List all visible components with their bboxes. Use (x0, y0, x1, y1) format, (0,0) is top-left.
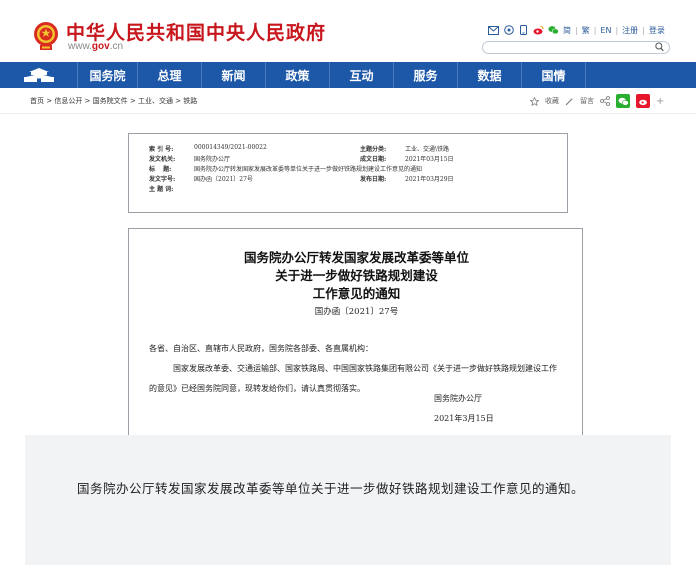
issuer-label: 发文机关: (149, 156, 176, 163)
document-title-line: 关于进一步做好铁路规划建设 (275, 268, 438, 283)
nav-news[interactable]: 新闻 (202, 62, 266, 88)
mail-icon[interactable] (488, 25, 499, 36)
tiananmen-icon (23, 68, 54, 82)
nav-state-council[interactable]: 国务院 (78, 62, 138, 88)
doc-no-value: 国办函〔2021〕27号 (194, 176, 253, 183)
star-icon[interactable] (530, 96, 539, 106)
document-title-line: 国务院办公厅转发国家发展改革委等单位 (243, 250, 469, 265)
index-no-label: 索 引 号: (149, 146, 174, 153)
title-value: 国务院办公厅转发国家发展改革委等单位关于进一步做好铁路规划建设工作意见的通知 (194, 166, 423, 173)
addressee-line: 各省、自治区、直辖市人民政府，国务院各部委、各直属机构： (149, 344, 373, 353)
topic-label: 主题分类: (360, 146, 387, 153)
topic-value: 工业、交通\铁路 (405, 146, 450, 153)
document-title-line: 工作意见的通知 (312, 286, 401, 301)
caption-text: 国务院办公厅转发国家发展改革委等单位关于进一步做好铁路规划建设工作意见的通知。 (77, 481, 585, 496)
breadcrumb[interactable]: 首页 > 信息公开 > 国务院文件 > 工业、交通 > 铁路 (30, 96, 197, 106)
caption-panel: 国务院办公厅转发国家发展改革委等单位关于进一步做好铁路规划建设工作意见的通知。 (25, 435, 671, 565)
lang-english-link[interactable]: EN (600, 26, 611, 35)
separator: | (575, 25, 578, 35)
register-link[interactable]: 注册 (622, 25, 638, 36)
wechat-share-icon[interactable] (616, 94, 630, 108)
search-icon[interactable] (655, 42, 664, 55)
site-header: 中华人民共和国中央人民政府 www.gov.cn 简 | 繁 | EN | 注册… (0, 0, 696, 62)
nav-premier[interactable]: 总理 (138, 62, 202, 88)
meta-row: 发文机关: 国务院办公厅 成文日期: 2021年03月15日 (149, 154, 574, 164)
created-label: 成文日期: (360, 156, 387, 163)
document-title: 国务院办公厅转发国家发展改革委等单位 关于进一步做好铁路规划建设 工作意见的通知 (129, 249, 584, 303)
keywords-label: 主 题 词: (149, 186, 174, 193)
domain-suffix: .cn (109, 41, 124, 52)
meta-row: 标 题: 国务院办公厅转发国家发展改革委等单位关于进一步做好铁路规划建设工作意见… (149, 164, 574, 174)
nav-service[interactable]: 服务 (394, 62, 458, 88)
share-bar: 收藏 留言 + (530, 94, 664, 108)
weibo-icon[interactable] (533, 25, 544, 36)
doc-no-label: 发文字号: (149, 176, 176, 183)
nav-data[interactable]: 数据 (458, 62, 522, 88)
nav-policy[interactable]: 政策 (266, 62, 330, 88)
issuer-value: 国务院办公厅 (194, 156, 231, 163)
separator: | (615, 25, 619, 35)
breadcrumb-row: 首页 > 信息公开 > 国务院文件 > 工业、交通 > 铁路 收藏 留言 + (0, 88, 696, 114)
document-body: 国务院办公厅转发国家发展改革委等单位 关于进一步做好铁路规划建设 工作意见的通知… (128, 228, 583, 438)
meta-row: 主 题 词: (149, 184, 574, 194)
domain-brand: gov (91, 41, 110, 52)
comment-link[interactable]: 留言 (580, 96, 594, 106)
metadata-grid: 索 引 号: 000014349/2021-00022 主题分类: 工业、交通\… (149, 144, 574, 194)
share-icon[interactable] (600, 96, 610, 106)
main-nav: 国务院 总理 新闻 政策 互动 服务 数据 国情 (0, 62, 696, 88)
separator: | (642, 25, 645, 35)
meta-row: 发文字号: 国办函〔2021〕27号 发布日期: 2021年03月29日 (149, 174, 574, 184)
domain-prefix: www. (68, 41, 92, 52)
search-input[interactable] (482, 41, 670, 54)
published-label: 发布日期: (360, 176, 387, 183)
pencil-icon[interactable] (565, 97, 574, 106)
login-link[interactable]: 登录 (649, 25, 665, 36)
nav-national-info[interactable]: 国情 (522, 62, 586, 88)
published-value: 2021年03月29日 (405, 176, 454, 183)
wechat-icon[interactable] (548, 25, 559, 36)
more-share-icon[interactable]: + (656, 96, 664, 107)
favorite-link[interactable]: 收藏 (545, 96, 559, 106)
meta-row: 索 引 号: 000014349/2021-00022 主题分类: 工业、交通\… (149, 144, 574, 154)
index-no-value: 000014349/2021-00022 (194, 144, 267, 151)
document-signature: 国务院办公厅 2021年3月15日 (434, 389, 504, 429)
nav-home[interactable] (0, 62, 78, 88)
sign-date: 2021年3月15日 (434, 414, 494, 423)
document-metadata: 索 引 号: 000014349/2021-00022 主题分类: 工业、交通\… (128, 133, 568, 213)
separator: | (593, 25, 597, 35)
weibo-share-icon[interactable] (636, 94, 650, 108)
created-value: 2021年03月15日 (405, 156, 454, 163)
nav-interaction[interactable]: 互动 (330, 62, 394, 88)
lang-traditional-link[interactable]: 繁 (582, 25, 590, 36)
sign-org: 国务院办公厅 (434, 394, 482, 403)
mobile-icon[interactable] (518, 25, 529, 36)
header-toolbar: 简 | 繁 | EN | 注册 | 登录 (488, 24, 688, 36)
national-emblem-icon[interactable] (32, 21, 60, 51)
accessibility-icon[interactable] (503, 25, 514, 36)
title-label: 标 题: (149, 166, 172, 173)
document-number: 国办函〔2021〕27号 (314, 307, 399, 317)
lang-simplified-link[interactable]: 简 (563, 25, 571, 36)
site-domain: www.gov.cn (68, 41, 123, 52)
